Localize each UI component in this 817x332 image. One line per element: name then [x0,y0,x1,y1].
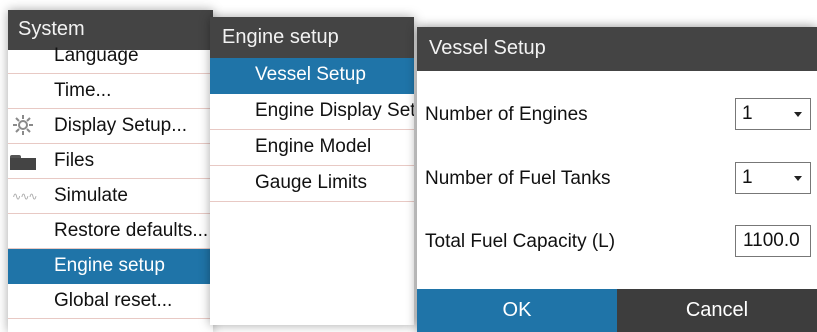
field-row-number-of-fuel-tanks: Number of Fuel Tanks 1 [417,160,817,200]
menu-item-files[interactable]: Files [8,144,213,179]
folder-icon [10,155,36,170]
dropdown-value: 1 [742,167,753,188]
menu-item-gauge-limits[interactable]: Gauge Limits [210,166,414,202]
field-value: 1100.0 [743,230,800,251]
menu-item-simulate[interactable]: ∿∿∿ Simulate [8,179,213,214]
menu-item-engine-model[interactable]: Engine Model [210,130,414,166]
menu-item-label: Vessel Setup [255,64,366,85]
menu-item-engine-setup[interactable]: Engine setup [8,249,213,284]
menu-item-label: Files [54,150,95,171]
simulate-icon: ∿∿∿ [12,191,38,203]
dialog-button-bar: OK Cancel [417,289,817,332]
field-row-number-of-engines: Number of Engines 1 [417,96,817,136]
menu-item-time[interactable]: Time... [8,74,213,109]
dialog-title: Vessel Setup [417,27,817,71]
chevron-down-icon [794,112,802,117]
menu-item-engine-display-setup[interactable]: Engine Display Setup [210,94,414,130]
menu-item-label: Global reset... [54,290,173,311]
field-row-total-fuel-capacity: Total Fuel Capacity (L) 1100.0 [417,223,817,263]
system-menu: System Language Time... Display Setup...… [8,10,213,332]
menu-item-label: Engine Display Setup [255,100,414,121]
dropdown-value: 1 [742,103,753,124]
menu-item-restore-defaults[interactable]: Restore defaults... [8,214,213,249]
chevron-down-icon [794,176,802,181]
menu-item-label: Language [54,45,139,66]
field-label: Number of Fuel Tanks [425,168,611,189]
menu-item-label: Simulate [54,185,128,206]
ok-button[interactable]: OK [417,289,617,332]
menu-item-label: Time... [54,80,112,101]
menu-item-label: Display Setup... [54,115,188,136]
engine-setup-menu: Engine setup Vessel Setup Engine Display… [210,17,414,325]
gear-icon [12,115,36,135]
menu-item-label: Restore defaults... [54,220,209,241]
cancel-button[interactable]: Cancel [617,289,817,332]
engine-menu-title: Engine setup [210,17,414,58]
total-fuel-capacity-field[interactable]: 1100.0 [735,225,811,257]
menu-item-label: Gauge Limits [255,172,367,193]
field-label: Total Fuel Capacity (L) [425,231,616,252]
menu-item-label: Engine Model [255,136,372,157]
menu-item-language[interactable]: Language [8,42,213,74]
field-label: Number of Engines [425,104,588,125]
menu-item-global-reset[interactable]: Global reset... [8,284,213,319]
number-of-fuel-tanks-dropdown[interactable]: 1 [735,162,811,194]
system-menu-list: Language Time... Display Setup... Files … [8,42,213,319]
menu-item-vessel-setup[interactable]: Vessel Setup [210,58,414,94]
vessel-setup-dialog: Vessel Setup Number of Engines 1 Number … [417,27,817,332]
number-of-engines-dropdown[interactable]: 1 [735,98,811,130]
menu-item-display-setup[interactable]: Display Setup... [8,109,213,144]
menu-item-label: Engine setup [54,255,165,276]
